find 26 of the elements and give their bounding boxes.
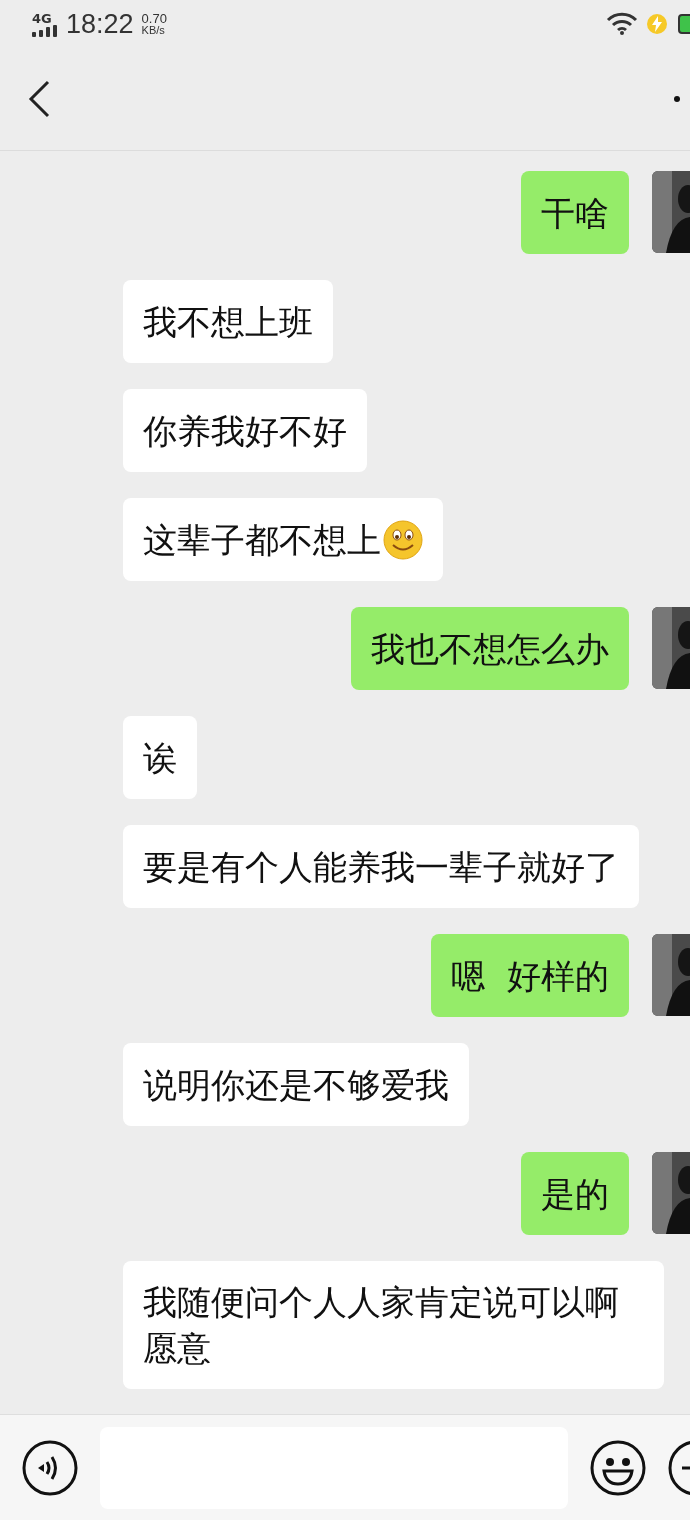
message-bubble: 是的: [521, 1152, 629, 1235]
message-bubble: 诶: [123, 716, 197, 799]
message-bubble: 说明你还是不够爱我: [123, 1043, 469, 1126]
battery-icon: [678, 14, 690, 34]
clock-time: 18:22: [66, 8, 134, 40]
message-bubble: 我随便问个人人家肯定说可以啊愿意: [123, 1261, 664, 1389]
emoji-icon[interactable]: [590, 1439, 646, 1496]
avatar-image[interactable]: [652, 934, 690, 1016]
message-bubble: 干啥: [521, 171, 629, 254]
message-bubble: 这辈子都不想上: [123, 498, 443, 581]
charging-icon: [646, 13, 668, 35]
avatar-image[interactable]: [652, 171, 690, 253]
message-bubble: 我也不想怎么办: [351, 607, 629, 690]
plus-icon[interactable]: [668, 1439, 690, 1496]
voice-icon[interactable]: [22, 1439, 78, 1496]
back-icon[interactable]: [28, 80, 52, 118]
message-bubble: 我不想上班: [123, 280, 333, 363]
avatar-image[interactable]: [652, 607, 690, 689]
wifi-icon: [606, 12, 638, 36]
message-bubble: 要是有个人能养我一辈子就好了: [123, 825, 639, 908]
message-bubble: 嗯 好样的: [431, 934, 629, 1017]
message-bubble: 你养我好不好: [123, 389, 367, 472]
speed-unit: KB/s: [141, 25, 166, 36]
avatar-image[interactable]: [652, 1152, 690, 1234]
speed-value: 0.70: [141, 12, 167, 25]
more-icon[interactable]: [674, 96, 680, 102]
